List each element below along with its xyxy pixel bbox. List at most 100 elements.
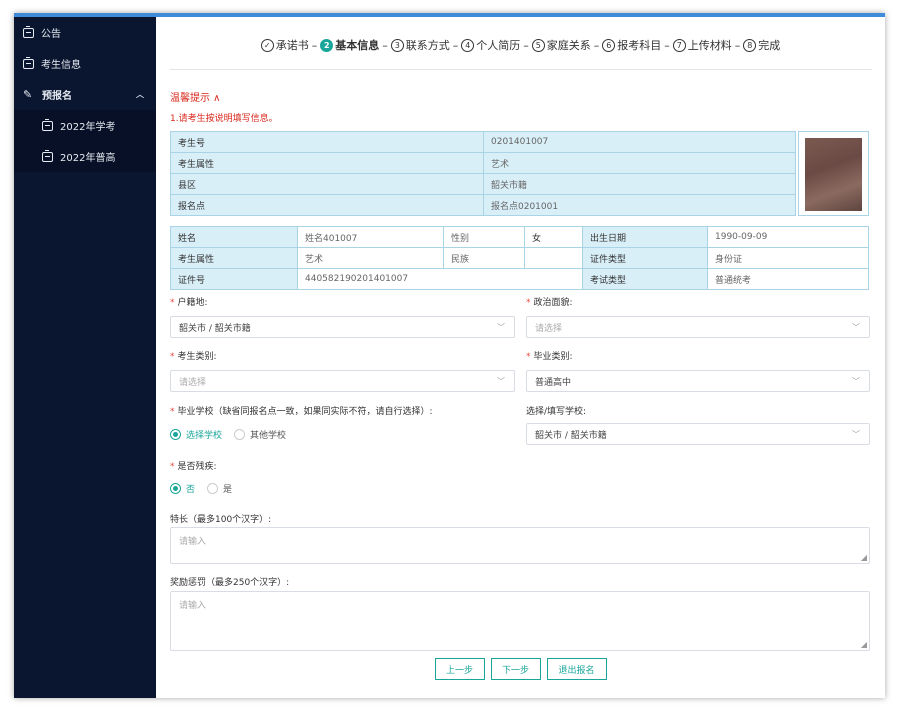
step-8: 8 完成 [743,37,780,53]
table-row: 县区 韶关市籍 [170,173,796,195]
candidate-info-table: 考生号 0201401007 考生属性 艺术 县区 韶关市籍 报名点 报名点02… [170,131,796,216]
divider [170,69,872,70]
zhengzhi-label: * 政治面貌: [526,298,573,308]
school-select[interactable]: 韶关市 / 韶关市籍 ﹀ [526,423,870,445]
table-cell-value: 艺术 [297,247,444,269]
step-number: 3 [390,38,404,52]
huji-select[interactable]: 韶关市 / 韶关市籍 ﹀ [170,316,515,338]
table-cell-label: 考生属性 [170,152,484,174]
step-label: 联系方式 [405,39,450,52]
chevron-down-icon: ﹀ [852,430,860,439]
step-label: 报考科目 [617,39,662,52]
table-cell-value: 女 [524,226,583,248]
step-label: 完成 [758,39,781,52]
radio-label: 是 [223,485,233,495]
step-label: 上传材料 [687,39,732,52]
kaoshengleibie-select[interactable]: 请选择 ﹀ [170,370,515,392]
step-separator: – [382,38,388,52]
step-label: 基本信息 [335,39,380,52]
table-cell-label: 考生号 [170,131,484,153]
radio-label: 其他学校 [250,431,287,441]
table-cell-value: 普通统考 [707,268,869,290]
chevron-up-icon: ︿ [136,90,144,99]
radio-dot [234,429,246,440]
step-4: 4 个人简历 [461,37,520,53]
sidebar-item-2022-pugao[interactable]: 2022年普高 [14,141,156,172]
table-row: 考生属性 艺术 民族 证件类型 身份证 [170,247,869,269]
step-separator: – [664,38,670,52]
candidate-photo [805,138,862,211]
folder-icon [23,25,34,38]
exit-registration-button[interactable]: 退出报名 [546,658,607,680]
tip-text: 1.请考生按说明填写信息。 [170,114,278,124]
select-value: 韶关市 / 韶关市籍 [535,430,607,441]
radio-label: 选择学校 [186,431,223,441]
table-cell-value: 韶关市籍 [483,173,796,195]
next-step-button[interactable]: 下一步 [490,658,541,680]
talent-label: 特长（最多100个汉字）: [170,515,272,525]
table-cell-label: 报名点 [170,194,484,216]
table-row: 证件号 440582190201401007 考试类型 普通统考 [170,268,869,290]
table-row: 考生号 0201401007 [170,131,796,153]
table-cell-value: 身份证 [707,247,869,269]
talent-textarea[interactable]: 请输入 ◢ [170,527,870,564]
sidebar-item-label: 预报名 [42,91,72,102]
table-cell-label: 县区 [170,173,484,195]
step-progress: ✓ 承诺书 – 2 基本信息 – 3 联系方式 – 4 个人简历 – 5 家庭关系 – 6… [156,37,885,53]
folder-icon [42,118,53,131]
school-radio-group: 选择学校 其他学校 [170,428,298,441]
disabled-radio-no[interactable]: 否 [170,482,195,495]
step-separator: – [523,38,529,52]
select-placeholder: 请选择 [535,323,563,334]
sidebar-item-student-info[interactable]: 考生信息 [14,48,156,79]
step-number: 7 [672,38,686,52]
sidebar-item-pre-registration[interactable]: ✎ 预报名 ︿ [14,79,156,110]
school-radio-select[interactable]: 选择学校 [170,428,222,441]
sidebar-item-label: 2022年普高 [60,153,116,164]
candidate-detail-table: 姓名 姓名401007 性别 女 出生日期 1990-09-09 考生属性 艺术… [170,226,869,290]
chevron-down-icon: ﹀ [852,323,860,332]
step-separator: – [452,38,459,52]
table-row: 考生属性 艺术 [170,152,796,174]
prev-step-button[interactable]: 上一步 [434,658,485,680]
step-number: 5 [531,38,545,52]
biyeleibie-select[interactable]: 普通高中 ﹀ [526,370,870,392]
resize-grip-icon[interactable]: ◢ [861,640,867,649]
check-icon: ✓ [260,38,274,52]
edit-icon: ✎ [23,87,33,101]
table-cell-value: 1990-09-09 [707,226,869,248]
step-separator: – [311,38,318,52]
disabled-radio-yes[interactable]: 是 [207,482,232,495]
select-value: 普通高中 [535,377,572,388]
sidebar-item-label: 公告 [41,29,61,40]
sidebar: 公告 考生信息 ✎ 预报名 ︿ 2022年学考 2022年普高 [14,17,156,698]
tip-toggle[interactable]: 温馨提示 ∧ [170,89,221,104]
school-radio-other[interactable]: 其他学校 [234,428,286,441]
step-number: 4 [461,38,475,52]
table-cell-value: 440582190201401007 [297,268,583,290]
school-select-label: 选择/填写学校: [526,407,587,417]
table-cell-value: 姓名401007 [297,226,444,248]
step-7: 7 上传材料 [672,37,732,53]
chevron-down-icon: ﹀ [497,323,505,332]
sidebar-item-2022-xuekao[interactable]: 2022年学考 [14,110,156,141]
step-label: 个人简历 [476,39,521,52]
sidebar-item-label: 2022年学考 [60,122,116,133]
radio-dot [170,483,181,494]
textarea-placeholder: 请输入 [179,601,207,611]
zhengzhi-select[interactable]: 请选择 ﹀ [526,316,870,338]
step-number: 2 [320,38,334,52]
label-text: 是否残疾: [177,462,217,472]
step-5: 5 家庭关系 [531,37,591,53]
select-value: 韶关市 / 韶关市籍 [179,323,251,334]
sidebar-item-notice[interactable]: 公告 [14,17,156,48]
label-text: 政治面貌: [533,298,573,308]
step-2: 2 基本信息 [320,37,379,53]
chevron-down-icon: ﹀ [852,377,860,386]
main-content: ✓ 承诺书 – 2 基本信息 – 3 联系方式 – 4 个人简历 – 5 家庭关系 – 6… [156,17,885,698]
reward-textarea[interactable]: 请输入 ◢ [170,591,870,651]
disabled-label: * 是否残疾: [170,462,217,472]
step-separator: – [593,38,600,52]
resize-grip-icon[interactable]: ◢ [861,553,867,562]
table-cell-label: 出生日期 [582,226,708,248]
